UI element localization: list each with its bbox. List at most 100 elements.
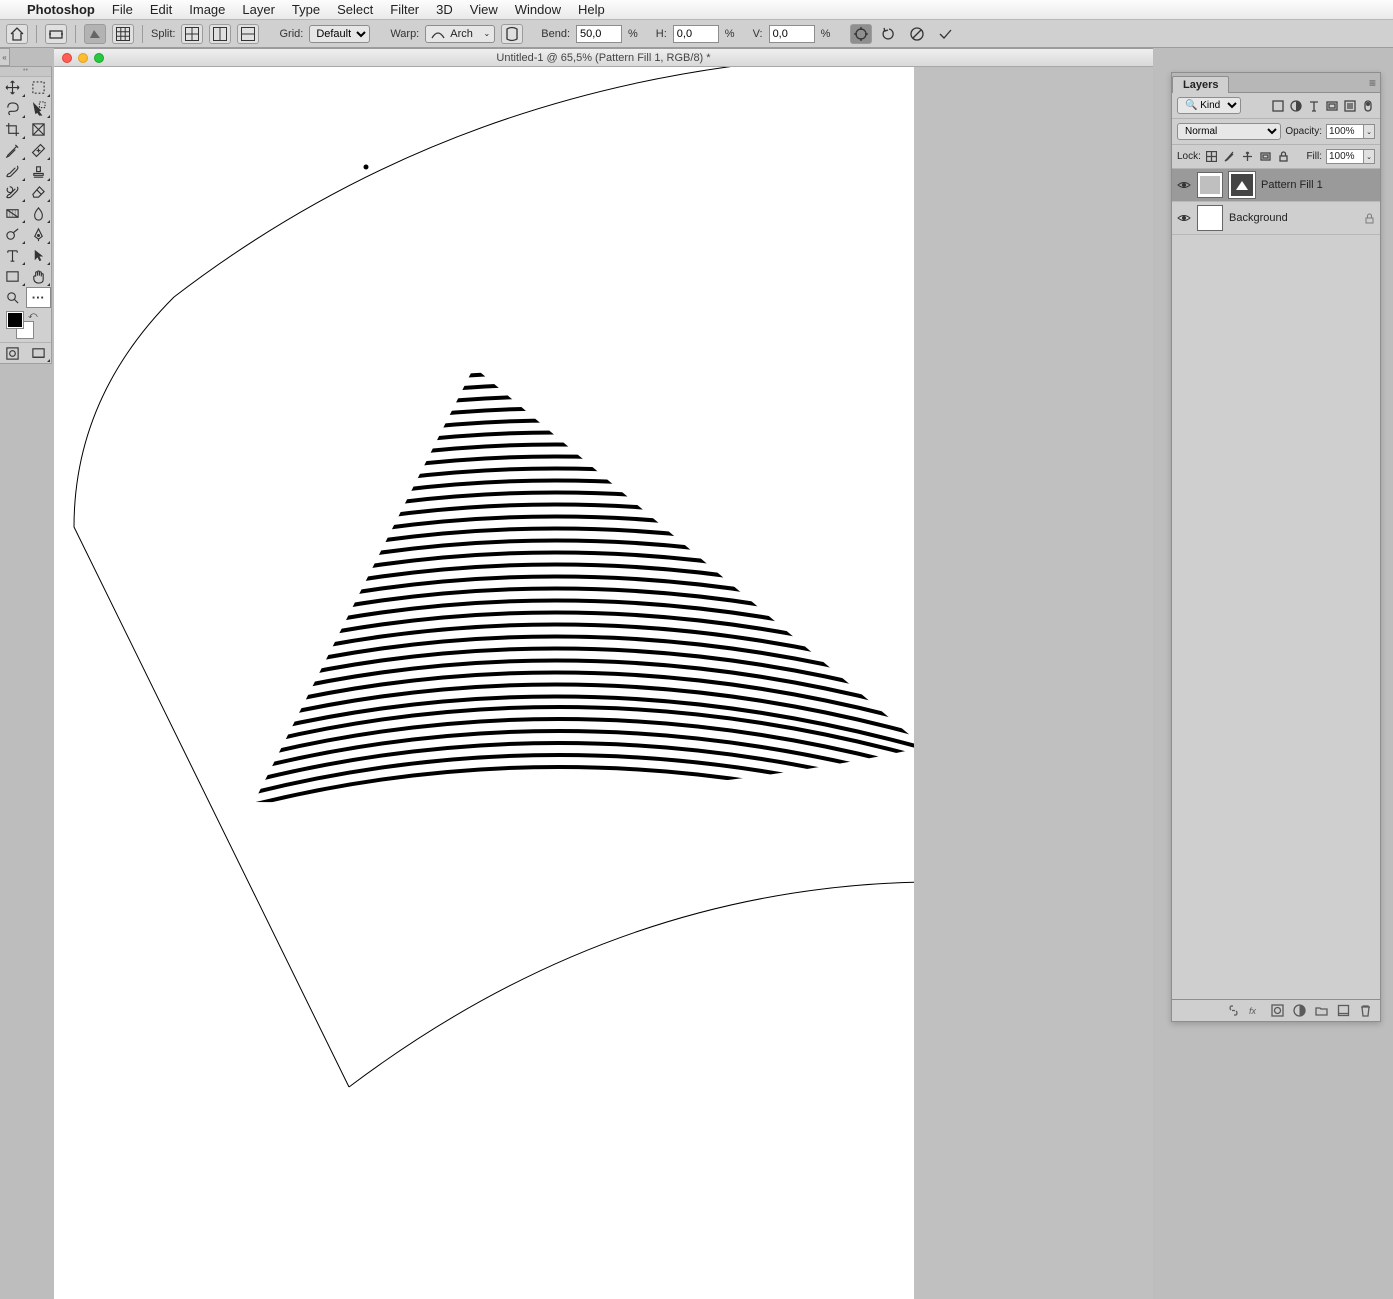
cancel-transform-button[interactable] [906, 24, 928, 44]
commit-transform-button[interactable] [934, 24, 956, 44]
visibility-eye-icon[interactable] [1177, 178, 1191, 192]
collapse-handle[interactable]: « [0, 48, 10, 66]
opacity-input[interactable]: 100% [1326, 124, 1364, 139]
menu-view[interactable]: View [470, 2, 498, 17]
warp-grid-toggle[interactable] [84, 24, 106, 44]
eraser-tool[interactable] [26, 182, 52, 203]
toggle-guides-button[interactable] [850, 24, 872, 44]
menu-filter[interactable]: Filter [390, 2, 419, 17]
swap-colors-icon[interactable]: ⤺ [28, 310, 38, 321]
tools-panel-header[interactable]: •• [0, 67, 51, 77]
lasso-tool[interactable] [0, 98, 26, 119]
shape-tool[interactable] [0, 266, 26, 287]
marquee-tool[interactable] [26, 77, 52, 98]
warp-icon-button[interactable] [112, 24, 134, 44]
filter-toggle-switch[interactable] [1361, 99, 1375, 113]
fill-input[interactable]: 100% [1326, 149, 1364, 164]
layer-fx-icon[interactable]: fx [1249, 1004, 1262, 1017]
filter-adjust-icon[interactable] [1289, 99, 1303, 113]
warp-style-select[interactable]: Arch ⌄ [425, 25, 495, 43]
layer-row[interactable]: Background [1172, 202, 1380, 235]
foreground-color-swatch[interactable] [6, 311, 24, 329]
color-swatches[interactable]: ⤺ [0, 308, 51, 342]
filter-kind-select[interactable]: 🔍 Kind [1177, 97, 1241, 114]
canvas[interactable] [54, 67, 1153, 1299]
move-tool[interactable] [0, 77, 26, 98]
frame-tool[interactable] [26, 119, 52, 140]
crop-tool[interactable] [0, 119, 26, 140]
stamp-tool[interactable] [26, 161, 52, 182]
quick-select-tool[interactable] [26, 98, 52, 119]
layer-row[interactable]: Pattern Fill 1 [1172, 169, 1380, 202]
add-mask-icon[interactable] [1271, 1004, 1284, 1017]
menu-layer[interactable]: Layer [242, 2, 275, 17]
filter-pixel-icon[interactable] [1271, 99, 1285, 113]
lock-all-icon[interactable] [1277, 150, 1291, 164]
window-close-button[interactable] [62, 53, 72, 63]
new-fill-adjust-icon[interactable] [1293, 1004, 1306, 1017]
opacity-chevron-icon[interactable]: ⌄ [1364, 124, 1375, 139]
layer-thumbnail[interactable] [1197, 205, 1223, 231]
lock-artboard-icon[interactable] [1259, 150, 1273, 164]
home-button[interactable] [6, 24, 28, 44]
new-layer-icon[interactable] [1337, 1004, 1350, 1017]
menu-3d[interactable]: 3D [436, 2, 453, 17]
panel-tabstrip: Layers ≡ [1172, 73, 1380, 93]
split-horizontal-button[interactable] [237, 24, 259, 44]
eyedropper-tool[interactable] [0, 140, 26, 161]
fill-chevron-icon[interactable]: ⌄ [1364, 149, 1375, 164]
split-cross-button[interactable] [181, 24, 203, 44]
menu-help[interactable]: Help [578, 2, 605, 17]
v-input[interactable] [769, 25, 815, 43]
layer-thumbnail[interactable] [1197, 172, 1223, 198]
zoom-tool[interactable] [0, 287, 26, 308]
filter-type-icon[interactable] [1307, 99, 1321, 113]
free-transform-toggle[interactable] [45, 24, 67, 44]
document-titlebar[interactable]: Untitled-1 @ 65,5% (Pattern Fill 1, RGB/… [54, 49, 1153, 67]
h-input[interactable] [673, 25, 719, 43]
layer-name-label[interactable]: Background [1229, 212, 1288, 224]
menu-select[interactable]: Select [337, 2, 373, 17]
filter-smart-icon[interactable] [1343, 99, 1357, 113]
link-layers-icon[interactable] [1227, 1004, 1240, 1017]
layer-mask-thumbnail[interactable] [1229, 172, 1255, 198]
quick-mask-button[interactable] [0, 343, 26, 363]
bend-input[interactable] [576, 25, 622, 43]
lock-pixels-icon[interactable] [1223, 150, 1237, 164]
brush-tool[interactable] [0, 161, 26, 182]
layers-tab[interactable]: Layers [1172, 76, 1229, 93]
menu-type[interactable]: Type [292, 2, 320, 17]
reset-warp-button[interactable] [878, 24, 900, 44]
edit-toolbar-button[interactable]: ··· [26, 287, 52, 308]
grid-select[interactable]: Default [309, 25, 370, 43]
split-vertical-button[interactable] [209, 24, 231, 44]
menu-image[interactable]: Image [189, 2, 225, 17]
menu-edit[interactable]: Edit [150, 2, 172, 17]
layer-name-label[interactable]: Pattern Fill 1 [1261, 179, 1323, 191]
lock-transparency-icon[interactable] [1205, 150, 1219, 164]
gradient-tool[interactable] [0, 203, 26, 224]
blur-tool[interactable] [26, 203, 52, 224]
panel-menu-icon[interactable]: ≡ [1369, 76, 1376, 90]
window-minimize-button[interactable] [78, 53, 88, 63]
visibility-eye-icon[interactable] [1177, 211, 1191, 225]
healing-tool[interactable] [26, 140, 52, 161]
menu-window[interactable]: Window [515, 2, 561, 17]
path-select-tool[interactable] [26, 245, 52, 266]
filter-shape-icon[interactable] [1325, 99, 1339, 113]
app-menu[interactable]: Photoshop [27, 2, 95, 17]
blend-mode-select[interactable]: Normal [1177, 123, 1281, 140]
delete-layer-icon[interactable] [1359, 1004, 1372, 1017]
menu-file[interactable]: File [112, 2, 133, 17]
screen-mode-button[interactable] [26, 343, 52, 363]
window-zoom-button[interactable] [94, 53, 104, 63]
hand-tool[interactable] [26, 266, 52, 287]
warp-orientation-button[interactable] [501, 24, 523, 44]
h-label: H: [656, 28, 667, 40]
pen-tool[interactable] [26, 224, 52, 245]
dodge-tool[interactable] [0, 224, 26, 245]
lock-position-icon[interactable] [1241, 150, 1255, 164]
new-group-icon[interactable] [1315, 1004, 1328, 1017]
history-brush-tool[interactable] [0, 182, 26, 203]
type-tool[interactable] [0, 245, 26, 266]
